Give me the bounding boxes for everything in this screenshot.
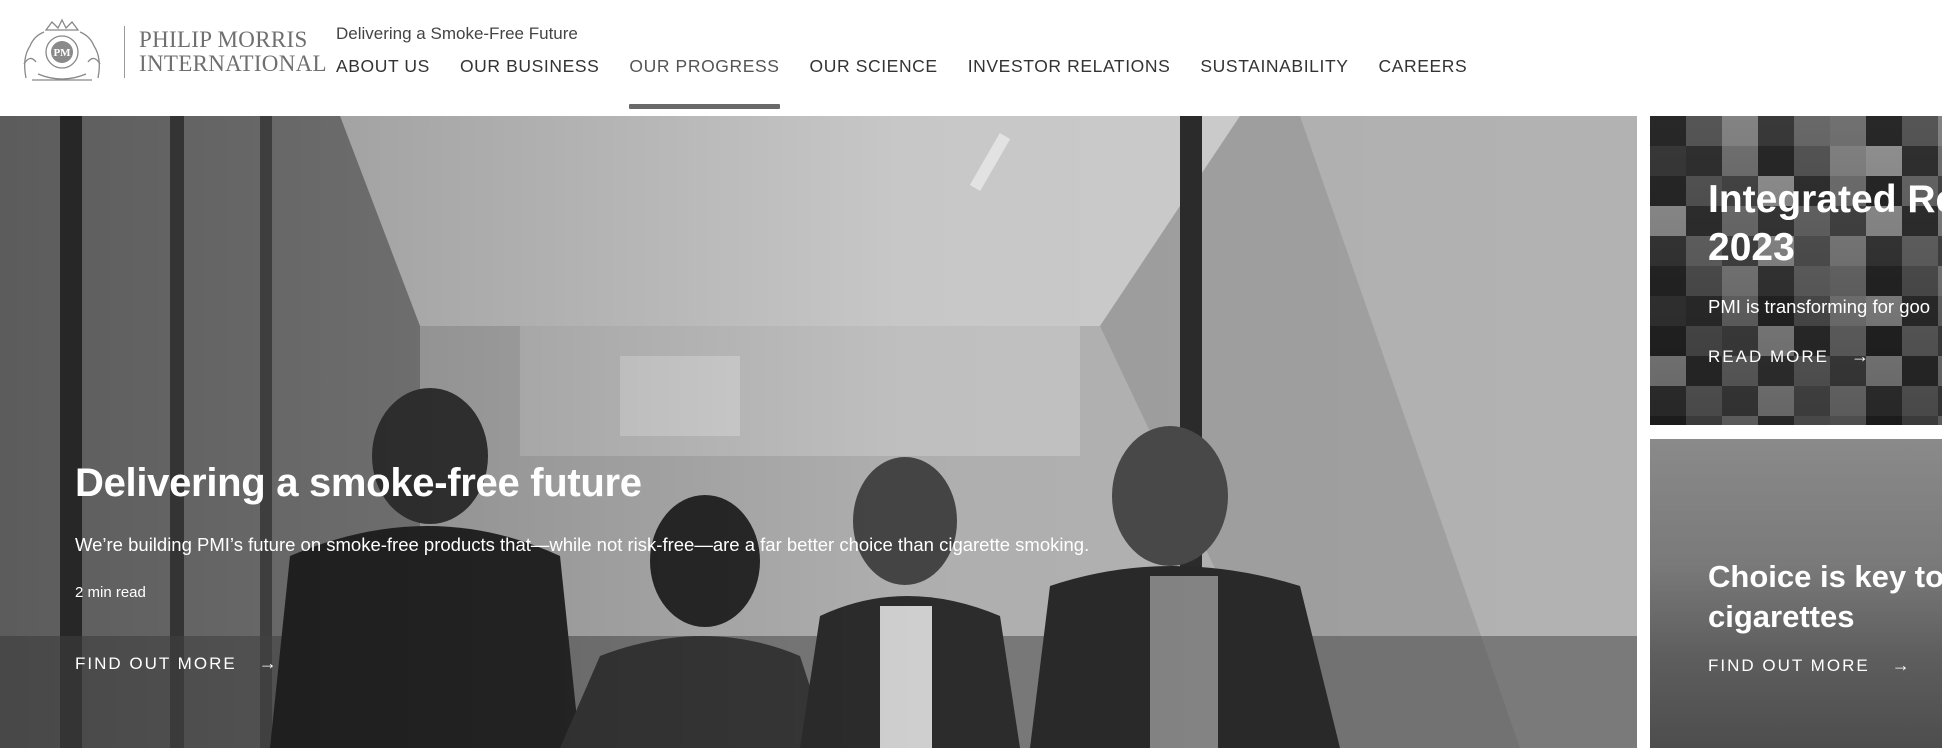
nav-item-careers[interactable]: CAREERS [1379, 56, 1468, 110]
arrow-right-icon: → [258, 653, 279, 673]
logo-wordmark: PHILIP MORRIS INTERNATIONAL [139, 28, 327, 76]
hero-description: We’re building PMI’s future on smoke-fre… [75, 534, 1090, 555]
nav-item-our-business[interactable]: OUR BUSINESS [460, 56, 599, 110]
nav-item-sustainability[interactable]: SUSTAINABILITY [1200, 56, 1348, 110]
card-description: PMI is transforming for goo [1708, 296, 1931, 317]
integrated-report-card[interactable]: Integrated Re 2023 PMI is transforming f… [1650, 116, 1942, 425]
nav-item-about-us[interactable]: ABOUT US [336, 56, 430, 110]
svg-text:PM: PM [53, 47, 71, 59]
main-nav: ABOUT US OUR BUSINESS OUR PROGRESS OUR S… [336, 56, 1497, 110]
hero-banner[interactable]: Delivering a smoke-free future We’re bui… [0, 116, 1637, 748]
hero-read-time: 2 min read [75, 584, 146, 601]
read-more-label: READ MORE [1708, 346, 1829, 366]
site-tagline: Delivering a Smoke-Free Future [336, 24, 578, 43]
arrow-right-icon: → [1891, 655, 1912, 675]
pmi-crest-icon: PM [23, 18, 101, 81]
find-out-more-label: FIND OUT MORE [1708, 655, 1870, 675]
card-title: Choice is key to h cigarettes [1708, 557, 1942, 637]
find-out-more-link[interactable]: FIND OUT MORE → [1708, 655, 1912, 676]
card-title-line1: Integrated Re [1708, 178, 1942, 221]
hero-title: Delivering a smoke-free future [75, 461, 642, 505]
card-title: Integrated Re 2023 [1708, 176, 1942, 272]
choice-card[interactable]: Choice is key to h cigarettes FIND OUT M… [1650, 439, 1942, 748]
card-title-line1: Choice is key to h [1708, 559, 1942, 594]
logo-wordmark-line1: PHILIP MORRIS [139, 27, 308, 52]
nav-item-our-progress[interactable]: OUR PROGRESS [629, 56, 780, 110]
nav-item-investor-relations[interactable]: INVESTOR RELATIONS [968, 56, 1171, 110]
hero-cta-label: FIND OUT MORE [75, 653, 237, 673]
arrow-right-icon: → [1850, 346, 1871, 366]
hero-find-out-more-link[interactable]: FIND OUT MORE → [75, 653, 279, 674]
read-more-link[interactable]: READ MORE → [1708, 346, 1871, 367]
pmi-logo[interactable]: PM PHILIP MORRIS INTERNATIONAL [16, 18, 327, 86]
nav-item-our-science[interactable]: OUR SCIENCE [810, 56, 938, 110]
site-header: PM PHILIP MORRIS INTERNATIONAL Deliverin… [0, 0, 1942, 116]
logo-divider [124, 26, 125, 78]
logo-wordmark-line2: INTERNATIONAL [139, 51, 327, 76]
card-title-line2: cigarettes [1708, 599, 1855, 634]
card-title-line2: 2023 [1708, 226, 1795, 269]
